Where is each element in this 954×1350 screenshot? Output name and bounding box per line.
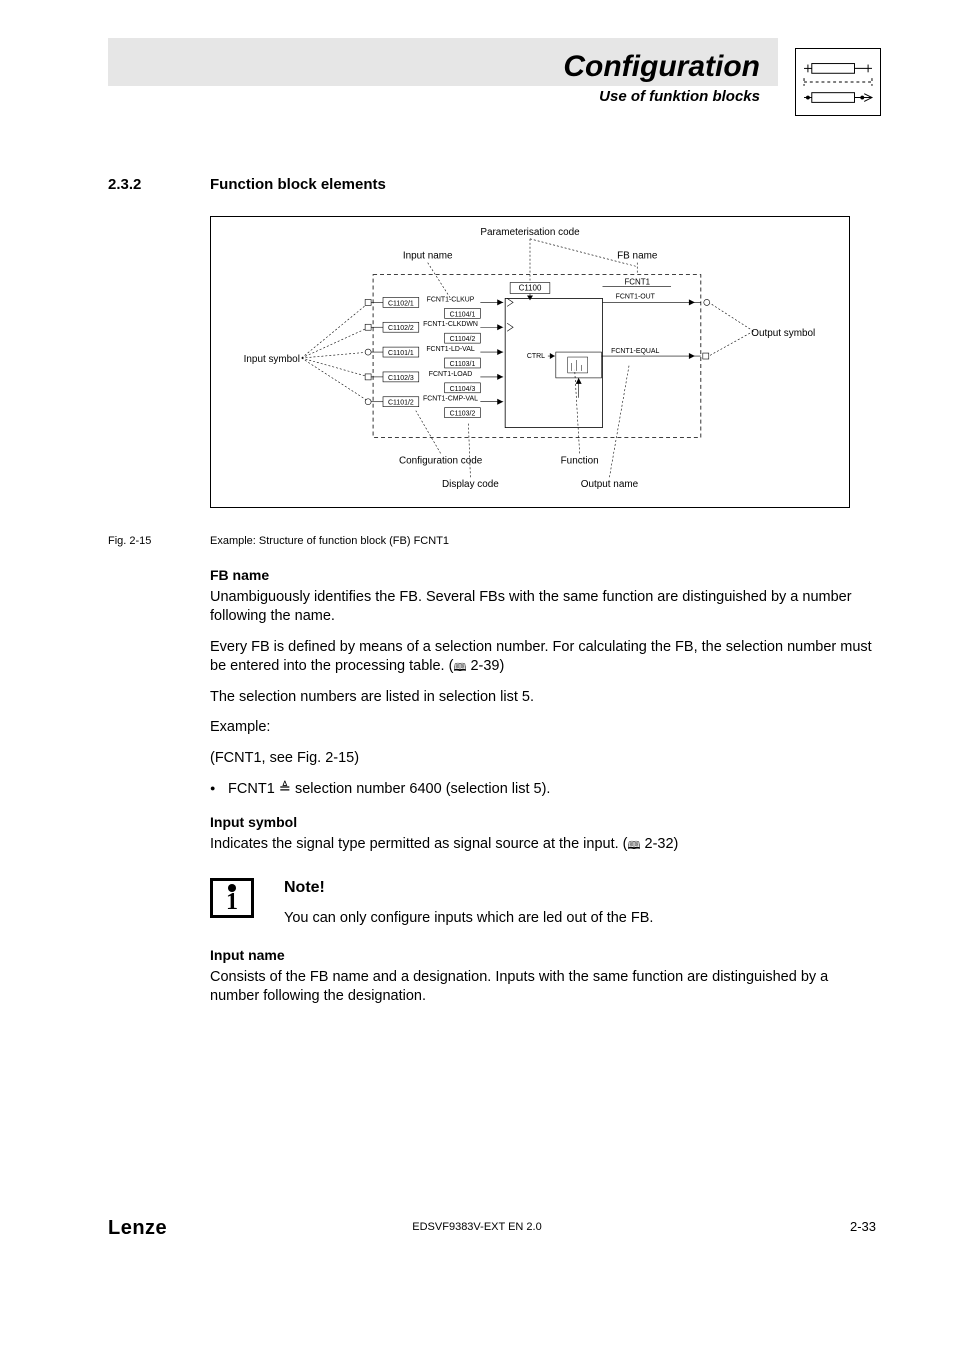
svg-text:FCNT1-LOAD: FCNT1-LOAD bbox=[429, 371, 473, 378]
fig-label-func: Function bbox=[561, 455, 599, 466]
svg-text:C1102/3: C1102/3 bbox=[388, 375, 414, 382]
svg-text:C1102/2: C1102/2 bbox=[388, 325, 414, 332]
svg-text:FCNT1-EQUAL: FCNT1-EQUAL bbox=[611, 348, 659, 355]
svg-text:FCNT1-LD-VAL: FCNT1-LD-VAL bbox=[426, 346, 475, 353]
note-block: 1 Note! You can only configure inputs wh… bbox=[210, 878, 880, 928]
svg-text:C1104/3: C1104/3 bbox=[450, 386, 476, 393]
para-fb-name-2: Every FB is defined by means of a select… bbox=[210, 638, 880, 676]
note-text: You can only configure inputs which are … bbox=[284, 909, 880, 928]
svg-text:C1103/2: C1103/2 bbox=[450, 411, 476, 418]
heading-input-symbol: Input symbol bbox=[210, 813, 880, 831]
equals-def-icon bbox=[279, 781, 291, 797]
footer-page: 2-33 bbox=[850, 1219, 876, 1234]
fig-label-outname: Output name bbox=[581, 479, 639, 490]
svg-text:C1101/2: C1101/2 bbox=[388, 400, 414, 407]
svg-text:C1104/2: C1104/2 bbox=[450, 336, 476, 343]
fig-label-inputname: Input name bbox=[403, 251, 453, 262]
book-icon bbox=[628, 836, 641, 852]
svg-text:FCNT1-CMP-VAL: FCNT1-CMP-VAL bbox=[423, 396, 478, 403]
svg-text:FCNT1-CLKDWN: FCNT1-CLKDWN bbox=[423, 321, 478, 328]
svg-text:FCNT1-OUT: FCNT1-OUT bbox=[616, 293, 656, 300]
svg-text:FCNT1: FCNT1 bbox=[624, 278, 650, 287]
section-number: 2.3.2 bbox=[108, 176, 141, 193]
svg-text:C1104/1: C1104/1 bbox=[450, 311, 476, 318]
page-subtitle: Use of funktion blocks bbox=[108, 88, 760, 105]
fig-label-fbname: FB name bbox=[617, 251, 658, 262]
heading-input-name: Input name bbox=[210, 946, 880, 964]
fig-label-outputsym: Output symbol bbox=[751, 328, 815, 339]
para-input-symbol: Indicates the signal type permitted as s… bbox=[210, 835, 880, 854]
figure-caption-label: Fig. 2-15 bbox=[108, 535, 151, 547]
fig-label-inputsym: Input symbol bbox=[244, 354, 300, 365]
fig-label-param: Parameterisation code bbox=[480, 227, 580, 238]
para-example-ref: (FCNT1, see Fig. 2-15) bbox=[210, 749, 880, 768]
heading-fb-name: FB name bbox=[210, 566, 880, 584]
figure-caption: Example: Structure of function block (FB… bbox=[210, 535, 449, 547]
svg-text:C1103/1: C1103/1 bbox=[450, 361, 476, 368]
svg-text:C1102/1: C1102/1 bbox=[388, 300, 414, 307]
header-diagram-icon bbox=[795, 48, 881, 116]
para-input-name: Consists of the FB name and a designatio… bbox=[210, 968, 880, 1006]
book-icon bbox=[453, 658, 466, 674]
fig-label-disp: Display code bbox=[442, 479, 499, 490]
svg-text:C1101/1: C1101/1 bbox=[388, 350, 414, 357]
para-fb-name-1: Unambiguously identifies the FB. Several… bbox=[210, 588, 880, 626]
bullet-example: FCNT1 selection number 6400 (selection l… bbox=[210, 780, 880, 799]
footer-docid: EDSVF9383V-EXT EN 2.0 bbox=[0, 1221, 954, 1233]
figure-diagram: Parameterisation code Input name FB name… bbox=[210, 216, 850, 508]
para-fb-name-3: The selection numbers are listed in sele… bbox=[210, 688, 880, 707]
info-icon: 1 bbox=[210, 878, 254, 918]
page-title: Configuration bbox=[108, 50, 760, 84]
note-title: Note! bbox=[284, 878, 880, 899]
para-example-h: Example: bbox=[210, 718, 880, 737]
svg-text:C1100: C1100 bbox=[519, 283, 542, 292]
svg-text:FCNT1-CLKUP: FCNT1-CLKUP bbox=[427, 296, 475, 303]
svg-text:CTRL: CTRL bbox=[527, 353, 545, 360]
section-title: Function block elements bbox=[210, 176, 386, 193]
